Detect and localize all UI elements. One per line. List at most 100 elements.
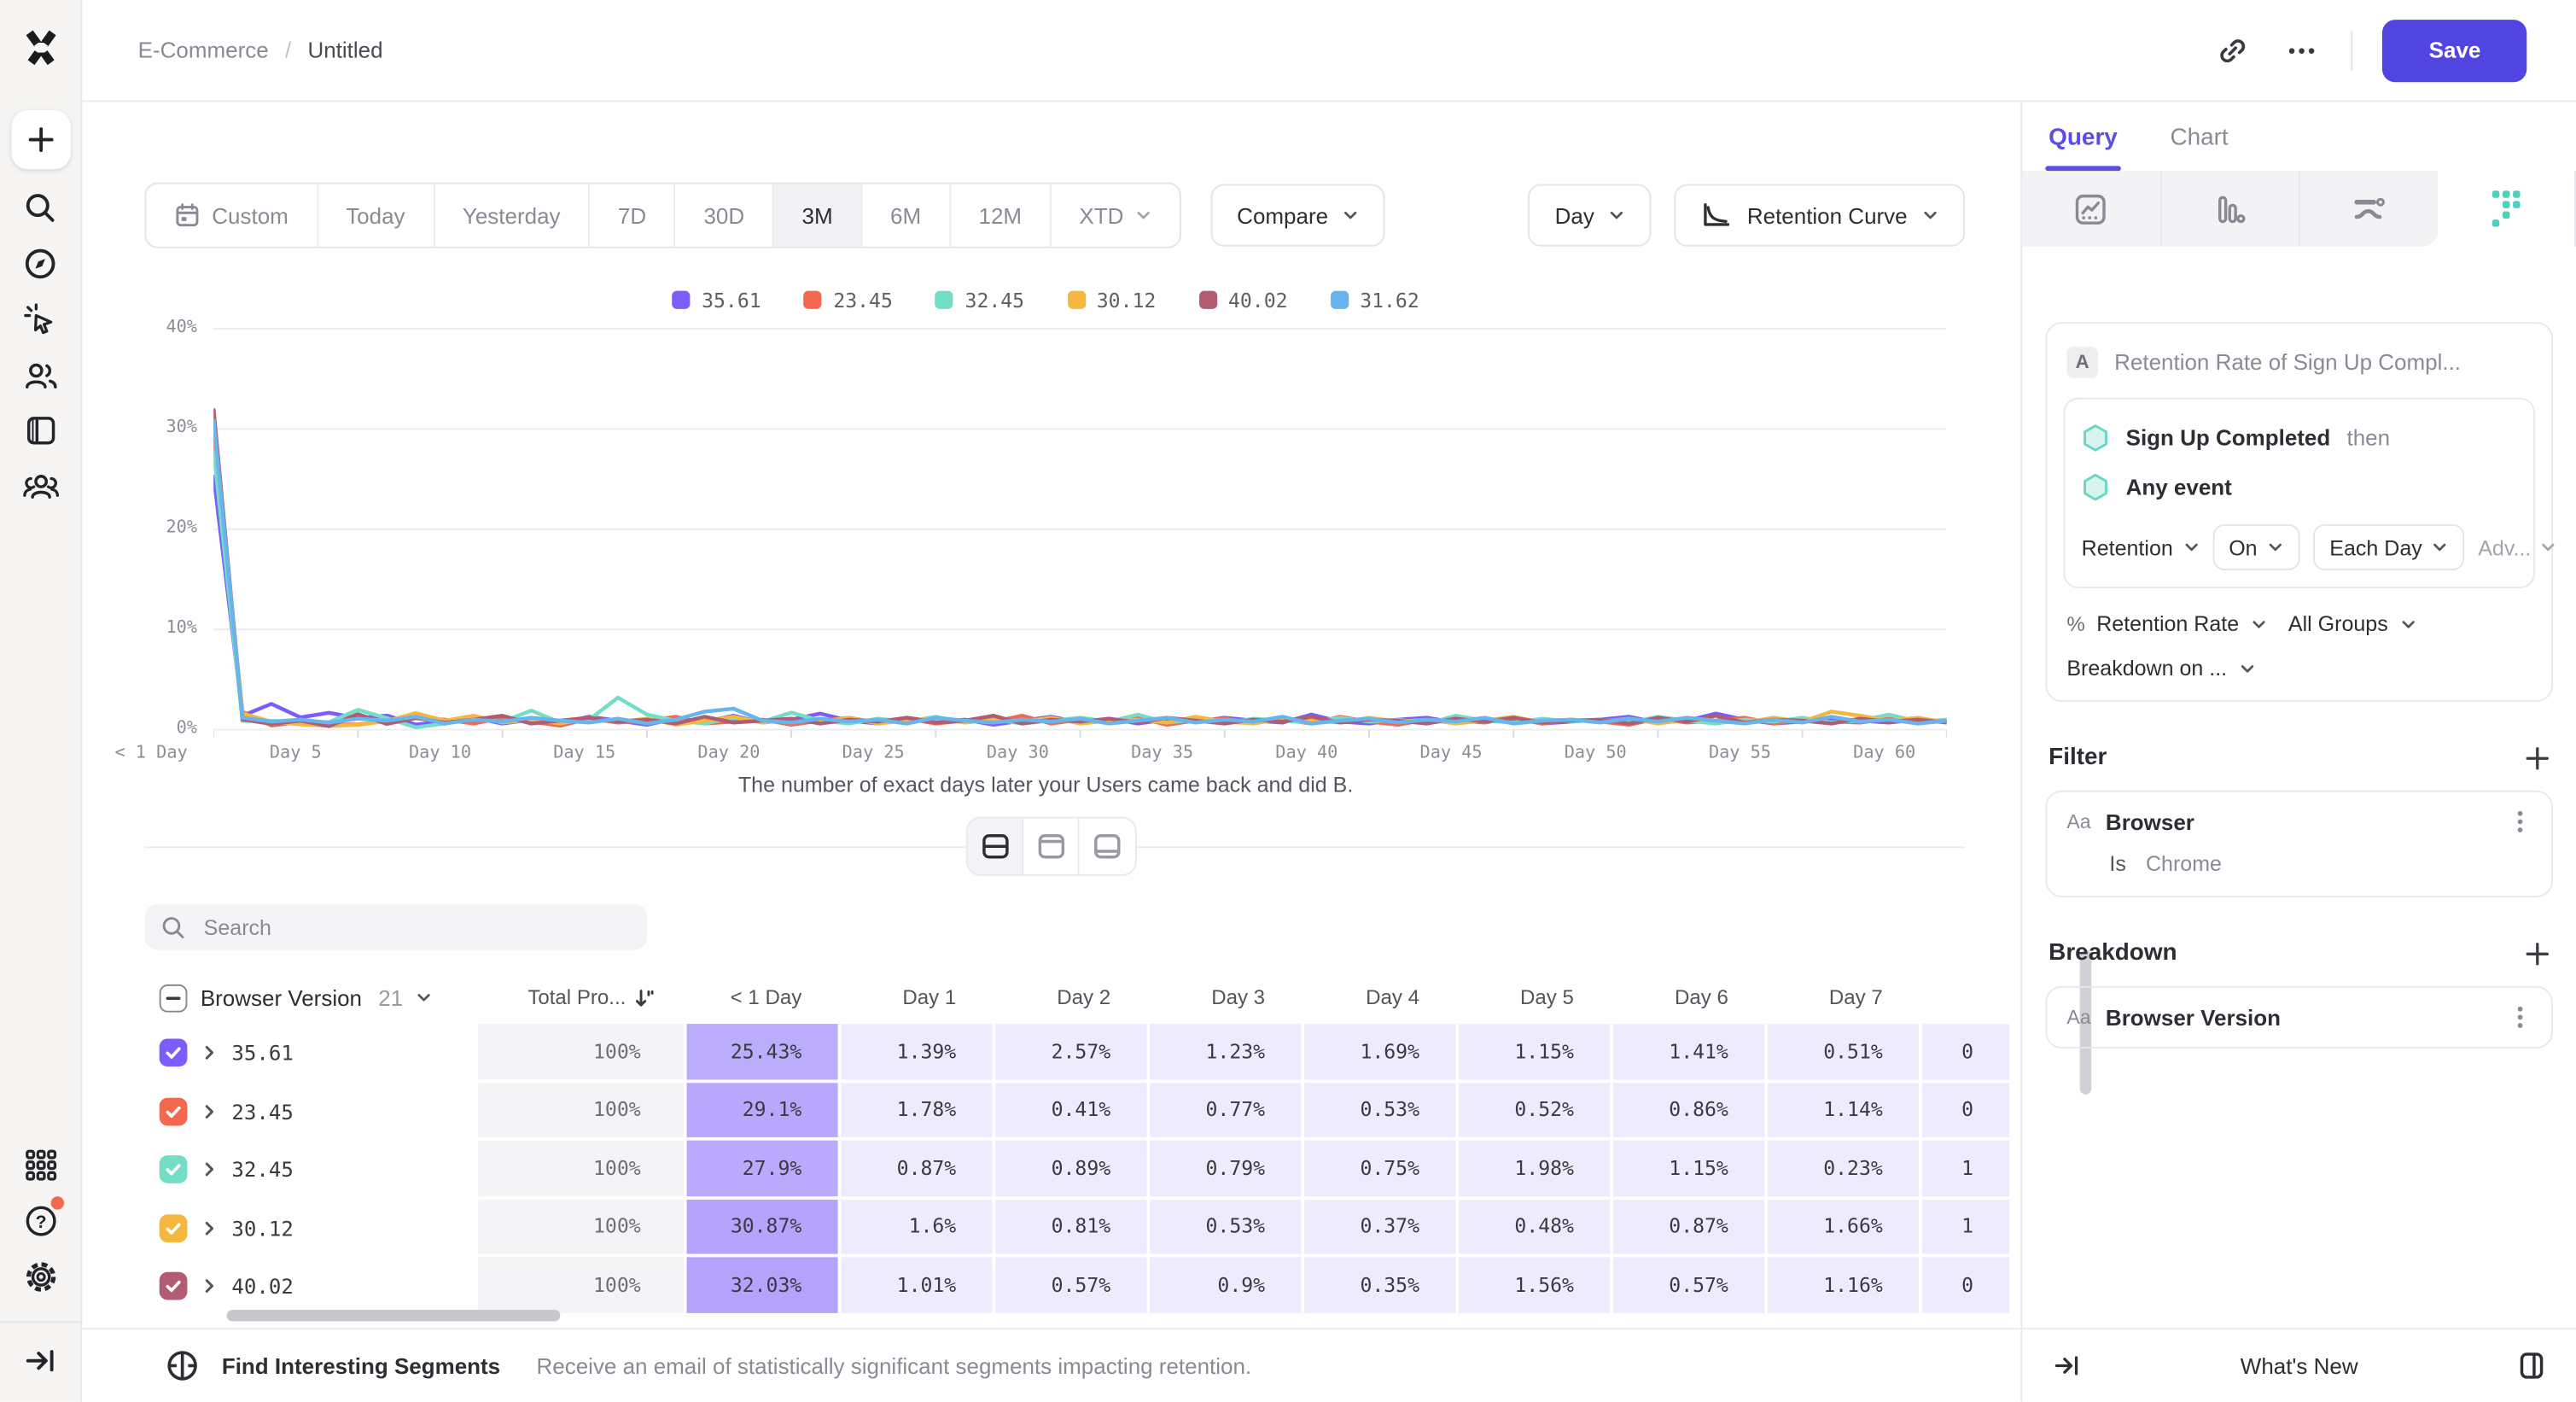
range-button-today[interactable]: Today (318, 184, 434, 247)
table-header-cell[interactable]: < 1 Day (687, 986, 842, 1009)
sidebar-events-button[interactable] (12, 291, 67, 347)
advanced-dropdown[interactable]: Adv... (2478, 535, 2556, 560)
row-expand-chevron[interactable] (201, 1277, 219, 1295)
row-checkbox[interactable] (160, 1156, 188, 1184)
row-expand-chevron[interactable] (201, 1102, 219, 1120)
tab-retention[interactable] (2437, 171, 2576, 247)
granularity-button[interactable]: Day (1529, 184, 1652, 247)
row-checkbox[interactable] (160, 1272, 188, 1300)
on-dropdown[interactable]: On (2212, 524, 2300, 570)
filter-card[interactable]: Aa Browser Is Chrome (2045, 791, 2553, 897)
chevron-right-icon[interactable] (201, 1219, 219, 1237)
kebab-menu-icon[interactable] (2509, 809, 2532, 835)
add-breakdown-button[interactable] (2525, 941, 2550, 966)
range-button-6m[interactable]: 6M (862, 184, 950, 247)
panel-layout-button[interactable] (2512, 1346, 2551, 1385)
each-day-dropdown[interactable]: Each Day (2313, 524, 2465, 570)
breakdown-on-dropdown[interactable]: Breakdown on ... (2066, 656, 2227, 681)
copy-link-button[interactable] (2214, 31, 2253, 70)
more-options-button[interactable] (2282, 31, 2322, 70)
legend-item[interactable]: 30.12 (1067, 289, 1156, 312)
table-header-cell[interactable]: Day 3 (1150, 986, 1304, 1009)
line-chart-plot[interactable] (213, 325, 1947, 739)
horizontal-scrollbar[interactable] (227, 1310, 561, 1321)
table-search[interactable] (144, 904, 647, 950)
breadcrumb-report-title[interactable]: Untitled (307, 38, 382, 62)
retention-mode-dropdown[interactable]: Retention (2082, 535, 2200, 560)
sidebar-boards-button[interactable] (12, 403, 67, 459)
sidebar-discover-button[interactable] (12, 235, 67, 290)
breakdown-card[interactable]: Aa Browser Version (2045, 986, 2553, 1049)
legend-item[interactable]: 23.45 (804, 289, 893, 312)
filter-value[interactable]: Chrome (2146, 851, 2222, 876)
select-all-checkbox[interactable] (160, 984, 188, 1012)
tab-flows[interactable] (2300, 171, 2438, 247)
row-checkbox[interactable] (160, 1039, 188, 1067)
table-header-cell[interactable]: Day 1 (841, 986, 995, 1009)
legend-item[interactable]: 35.61 (672, 289, 761, 312)
sidebar-collapse-button[interactable] (12, 1333, 67, 1388)
kebab-menu-icon[interactable] (2509, 1004, 2532, 1031)
range-button-xtd[interactable]: XTD (1052, 184, 1180, 247)
row-checkbox[interactable] (160, 1097, 188, 1125)
chevron-right-icon[interactable] (201, 1160, 219, 1178)
range-button-30d[interactable]: 30D (676, 184, 774, 247)
group-column-header[interactable]: Browser Version (201, 985, 362, 1010)
chevron-right-icon[interactable] (201, 1277, 219, 1295)
create-new-button[interactable] (11, 110, 70, 169)
layout-table-only-button[interactable] (1080, 819, 1135, 874)
row-expand-chevron[interactable] (201, 1160, 219, 1178)
range-button-custom[interactable]: Custom (146, 184, 318, 247)
chart-line-35.61[interactable] (213, 475, 1947, 725)
total-column-header[interactable]: Total Pro... (478, 985, 686, 1010)
legend-item[interactable]: 32.45 (935, 289, 1024, 312)
table-header-cell[interactable]: Day 5 (1459, 986, 1613, 1009)
tab-funnels[interactable] (2161, 171, 2300, 247)
filter-operator[interactable]: Is (2109, 851, 2125, 876)
chart-line-40.02[interactable] (213, 408, 1947, 726)
collapse-panel-button[interactable] (2047, 1346, 2086, 1385)
chart-line-30.12[interactable] (213, 420, 1947, 726)
legend-item[interactable]: 31.62 (1331, 289, 1419, 312)
table-header-cell[interactable]: Day 6 (1613, 986, 1768, 1009)
save-button[interactable]: Save (2383, 19, 2526, 81)
table-header-cell[interactable]: Day 7 (1768, 986, 1922, 1009)
range-button-7d[interactable]: 7D (590, 184, 676, 247)
range-button-yesterday[interactable]: Yesterday (434, 184, 590, 247)
all-groups-dropdown[interactable]: All Groups (2288, 611, 2388, 636)
table-row[interactable]: 30.12100%30.87%1.6%0.81%0.53%0.37%0.48%0… (144, 1199, 2012, 1257)
legend-item[interactable]: 40.02 (1198, 289, 1287, 312)
query-step-card[interactable]: A Retention Rate of Sign Up Compl... Sig… (2045, 322, 2553, 702)
add-filter-button[interactable] (2525, 745, 2550, 770)
breadcrumb-project[interactable]: E-Commerce (138, 38, 269, 62)
sidebar-cohorts-button[interactable] (12, 459, 67, 514)
chevron-right-icon[interactable] (201, 1102, 219, 1120)
row-expand-chevron[interactable] (201, 1044, 219, 1062)
table-header-cell[interactable]: Day 4 (1304, 986, 1459, 1009)
sidebar-users-button[interactable] (12, 347, 67, 402)
layout-chart-only-button[interactable] (1023, 819, 1079, 874)
event-row-1[interactable]: Sign Up Completed then (2082, 412, 2517, 462)
table-row[interactable]: 32.45100%27.9%0.87%0.89%0.79%0.75%1.98%1… (144, 1141, 2012, 1199)
range-button-12m[interactable]: 12M (951, 184, 1052, 247)
segments-title[interactable]: Find Interesting Segments (222, 1353, 500, 1378)
table-header-cell[interactable]: Day 2 (995, 986, 1150, 1009)
sidebar-help-button[interactable]: ? (12, 1193, 67, 1248)
layout-split-button[interactable] (968, 819, 1023, 874)
tab-query[interactable]: Query (2049, 125, 2118, 171)
row-checkbox[interactable] (160, 1214, 188, 1242)
retention-rate-dropdown[interactable]: Retention Rate (2096, 611, 2239, 636)
sidebar-apps-button[interactable] (12, 1137, 67, 1193)
sidebar-settings-button[interactable] (12, 1249, 67, 1305)
chart-line-32.45[interactable] (213, 450, 1947, 727)
chart-type-button[interactable]: Retention Curve (1675, 184, 1965, 247)
sidebar-search-button[interactable] (12, 179, 67, 235)
chart-line-31.62[interactable] (213, 419, 1947, 724)
table-row[interactable]: 23.45100%29.1%1.78%0.41%0.77%0.53%0.52%0… (144, 1082, 2012, 1140)
chevron-right-icon[interactable] (201, 1044, 219, 1062)
whats-new-link[interactable]: What's New (2086, 1353, 2512, 1378)
chevron-down-icon[interactable] (417, 990, 433, 1006)
tab-chart[interactable]: Chart (2170, 125, 2228, 171)
table-row[interactable]: 35.61100%25.43%1.39%2.57%1.23%1.69%1.15%… (144, 1024, 2012, 1082)
mixpanel-logo-icon[interactable] (19, 26, 61, 74)
